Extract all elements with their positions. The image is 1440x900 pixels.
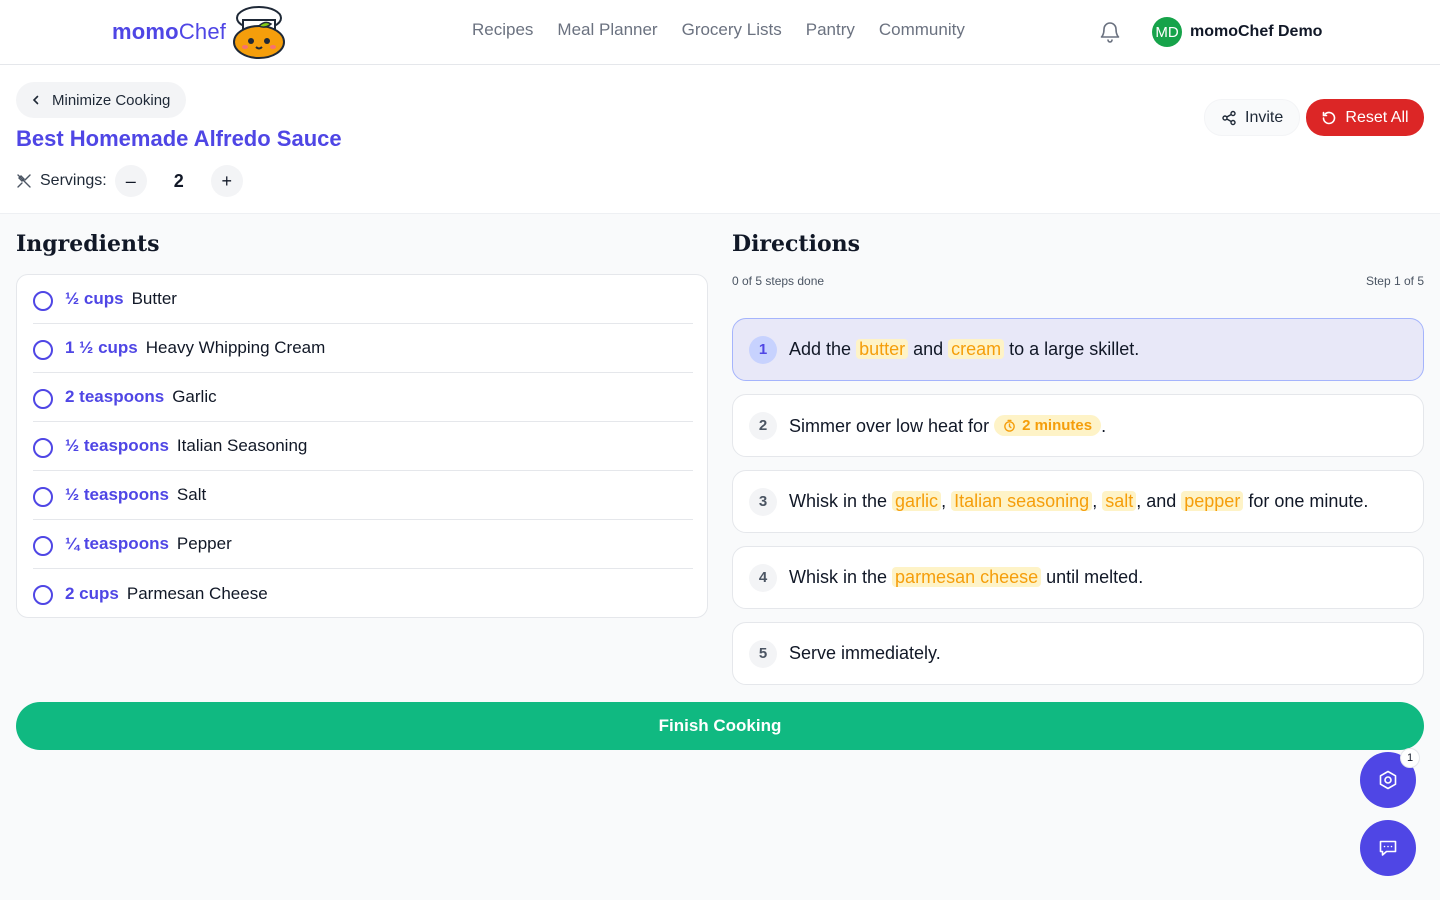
servings-value: 2 — [173, 170, 184, 191]
chat-icon — [1379, 840, 1397, 856]
app-logo[interactable]: momoChef — [112, 4, 288, 60]
ingredient-highlight: Italian seasoning — [951, 491, 1093, 511]
steps-progress: 0 of 5 steps done — [732, 274, 825, 288]
reset-all-button[interactable]: Reset All — [1306, 99, 1424, 136]
ingredient-item[interactable]: 1 ½ cups Heavy Whipping Cream — [33, 324, 693, 373]
decrease-servings-button[interactable]: – — [114, 165, 147, 197]
ingredient-name: Heavy Whipping Cream — [145, 338, 326, 357]
servings-label: Servings: — [40, 172, 107, 189]
ingredients-heading: Ingredients — [16, 231, 160, 257]
step-text: Simmer over low heat for 2 minutes. — [789, 414, 1107, 436]
ingredient-item[interactable]: ½ teaspoons Italian Seasoning — [33, 422, 693, 471]
ingredient-name: Butter — [131, 289, 177, 308]
ingredient-checkbox[interactable] — [33, 585, 53, 605]
main-nav: Recipes Meal Planner Grocery Lists Pantr… — [472, 20, 965, 40]
rotate-ccw-icon — [1323, 111, 1336, 124]
nav-link-grocery-lists[interactable]: Grocery Lists — [682, 20, 782, 40]
ingredient-highlight: salt — [1102, 491, 1137, 511]
ingredient-item[interactable]: 2 teaspoons Garlic — [33, 373, 693, 422]
step-text: Serve immediately. — [789, 643, 941, 663]
ingredient-checkbox[interactable] — [33, 437, 53, 458]
minimize-cooking-button[interactable]: Minimize Cooking — [16, 82, 187, 118]
step-number: 5 — [749, 639, 777, 668]
ingredient-name: Garlic — [172, 387, 217, 406]
reset-all-label: Reset All — [1345, 108, 1409, 126]
ingredient-quantity: ½ teaspoons — [65, 485, 169, 504]
ingredients-list: ½ cups Butter 1 ½ cups Heavy Whipping Cr… — [16, 274, 708, 618]
ingredient-highlight: parmesan cheese — [892, 567, 1042, 587]
user-menu[interactable]: MD momoChef Demo — [1152, 17, 1322, 47]
invite-label: Invite — [1245, 108, 1284, 126]
invite-button[interactable]: Invite — [1204, 99, 1301, 136]
ingredient-name: Parmesan Cheese — [126, 583, 268, 603]
timer-label: 2 minutes — [1022, 416, 1093, 434]
utensils-crossed-icon — [17, 174, 31, 188]
ingredient-item[interactable]: 2 cups Parmesan Cheese — [33, 569, 693, 618]
minimize-cooking-label: Minimize Cooking — [52, 91, 171, 109]
plus-icon: + — [221, 170, 232, 191]
direction-step[interactable]: 1 Add the butter and cream to a large sk… — [732, 318, 1424, 381]
ingredient-item[interactable]: ¼ teaspoons Pepper — [33, 520, 693, 569]
step-number: 1 — [749, 335, 777, 364]
ingredient-name: Salt — [176, 485, 207, 504]
logo-text-bold: momo — [112, 19, 179, 44]
step-number: 3 — [749, 487, 777, 516]
chevron-left-icon — [32, 95, 39, 105]
notification-badge: 1 — [1400, 748, 1420, 768]
direction-step[interactable]: 5 Serve immediately. — [732, 622, 1424, 685]
ingredient-name: Italian Seasoning — [176, 436, 308, 455]
logo-text-light: Chef — [178, 19, 227, 44]
nav-link-meal-planner[interactable]: Meal Planner — [557, 20, 657, 40]
increase-servings-button[interactable]: + — [210, 165, 243, 197]
step-number: 4 — [749, 563, 777, 592]
direction-step[interactable]: 3 Whisk in the garlic, Italian seasoning… — [732, 470, 1424, 533]
ingredient-checkbox[interactable] — [33, 535, 53, 556]
servings-control: Servings: – 2 + — [16, 165, 243, 197]
ingredient-checkbox[interactable] — [33, 486, 53, 507]
settings-fab[interactable]: 1 — [1360, 748, 1420, 808]
step-indicator: Step 1 of 5 — [1365, 274, 1424, 288]
hexagon-settings-icon — [1379, 770, 1397, 790]
ingredient-quantity: 2 cups — [65, 583, 119, 603]
timer-icon — [1004, 419, 1015, 432]
recipe-title: Best Homemade Alfredo Sauce — [16, 126, 342, 151]
nav-link-recipes[interactable]: Recipes — [472, 20, 533, 40]
ingredient-quantity: 2 teaspoons — [65, 387, 165, 406]
ingredient-quantity: ½ teaspoons — [65, 436, 169, 455]
direction-step[interactable]: 4 Whisk in the parmesan cheese until mel… — [732, 546, 1424, 609]
step-number: 2 — [749, 411, 777, 440]
user-name: momoChef Demo — [1190, 23, 1323, 40]
top-navbar: momoChef Recipes Meal Planner Grocery Li… — [0, 0, 1440, 65]
ingredient-quantity: ½ cups — [65, 289, 124, 308]
mascot-logo-icon — [233, 6, 286, 59]
share-icon — [1222, 110, 1236, 125]
ingredient-highlight: pepper — [1181, 491, 1244, 511]
ingredient-checkbox[interactable] — [33, 388, 53, 409]
avatar: MD — [1152, 17, 1182, 47]
finish-cooking-button[interactable]: Finish Cooking — [16, 702, 1424, 750]
ingredient-highlight: cream — [948, 339, 1005, 359]
step-text: Whisk in the garlic, Italian seasoning, … — [789, 491, 1369, 511]
ingredient-item[interactable]: ½ cups Butter — [33, 275, 693, 324]
cooking-header: Minimize Cooking Best Homemade Alfredo S… — [0, 65, 1440, 214]
step-text: Whisk in the parmesan cheese until melte… — [789, 567, 1144, 587]
chat-fab[interactable] — [1360, 820, 1416, 876]
minus-icon: – — [125, 170, 136, 191]
timer-chip[interactable]: 2 minutes — [994, 414, 1102, 436]
direction-step[interactable]: 2 Simmer over low heat for 2 minutes. — [732, 394, 1424, 457]
nav-link-pantry[interactable]: Pantry — [806, 20, 855, 40]
ingredient-quantity: ¼ teaspoons — [65, 534, 169, 553]
ingredient-checkbox[interactable] — [33, 339, 53, 360]
ingredient-checkbox[interactable] — [33, 290, 53, 311]
nav-link-community[interactable]: Community — [879, 20, 965, 40]
ingredient-item[interactable]: ½ teaspoons Salt — [33, 471, 693, 520]
ingredient-quantity: 1 ½ cups — [65, 338, 138, 357]
bell-icon[interactable] — [1098, 20, 1122, 44]
step-text: Add the butter and cream to a large skil… — [789, 339, 1140, 359]
ingredient-highlight: garlic — [892, 491, 942, 511]
directions-heading: Directions — [732, 231, 860, 257]
ingredient-name: Pepper — [176, 534, 232, 553]
ingredient-highlight: butter — [856, 339, 909, 359]
